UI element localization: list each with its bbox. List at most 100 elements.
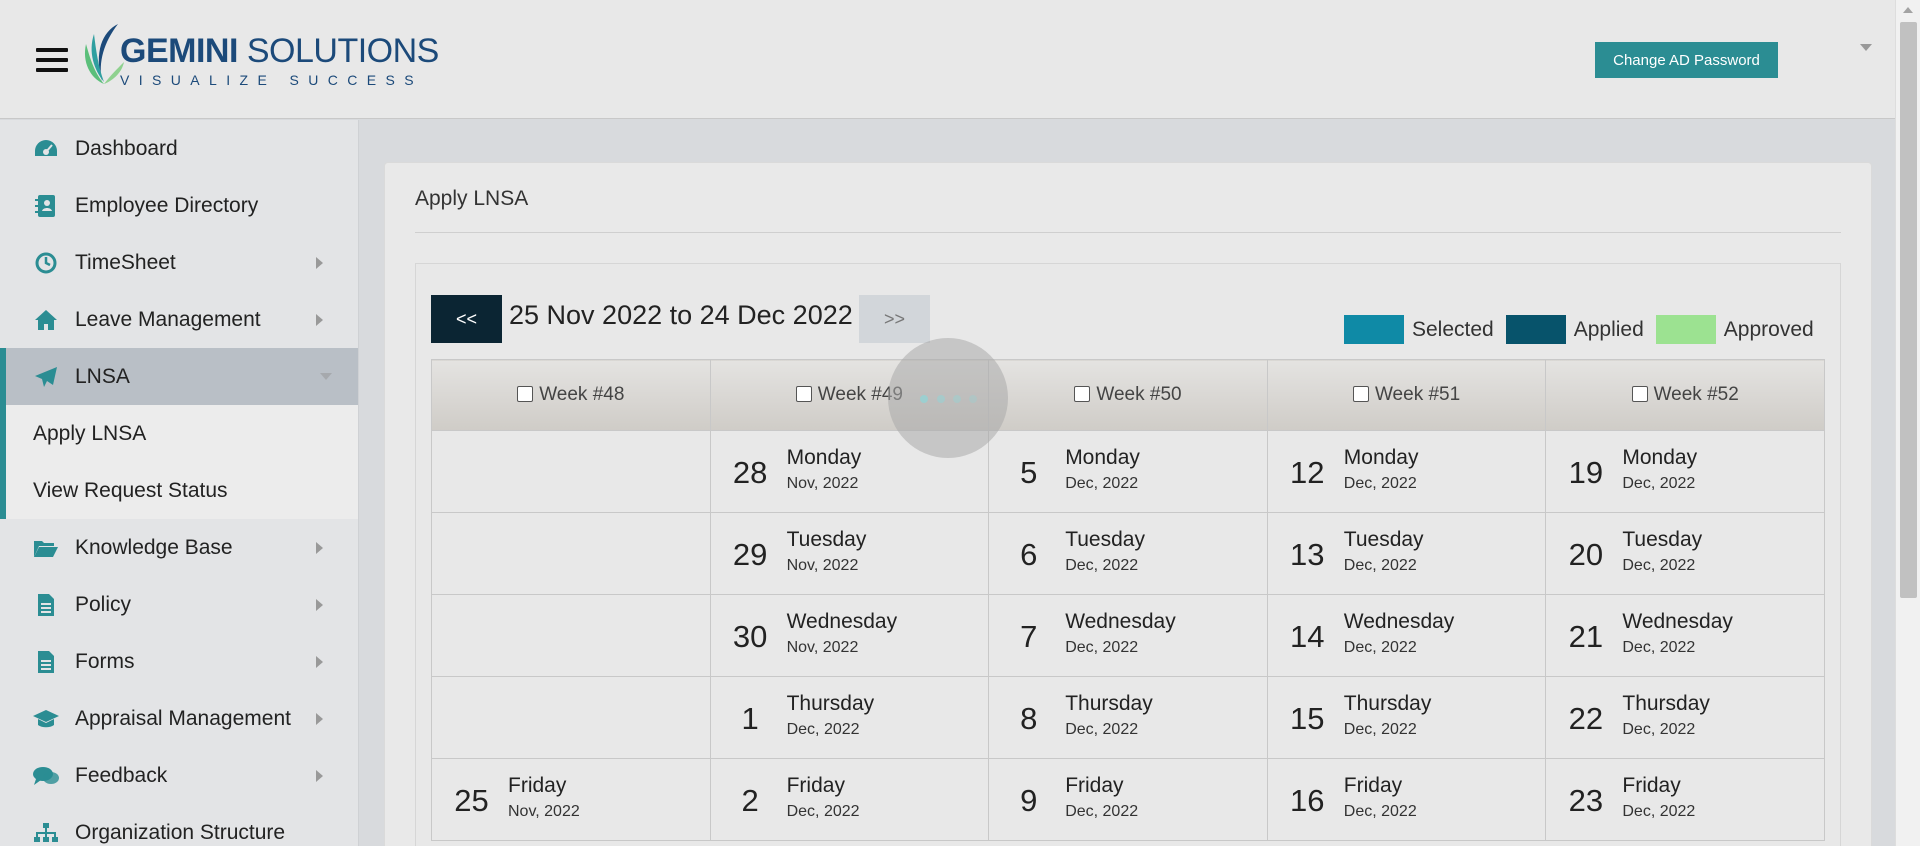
change-ad-password-button[interactable]: Change AD Password	[1595, 42, 1778, 78]
user-menu-caret-icon[interactable]	[1860, 44, 1872, 51]
hamburger-menu-icon[interactable]	[36, 48, 68, 76]
day-cell[interactable]: 9 Friday Dec, 2022	[988, 758, 1268, 841]
day-cell[interactable]: 16 Friday Dec, 2022	[1266, 758, 1547, 841]
sidebar-subitem-apply-lnsa[interactable]: Apply LNSA	[0, 405, 358, 462]
day-cell[interactable]: 29 Tuesday Nov, 2022	[709, 512, 990, 595]
sidebar-item-organization-structure[interactable]: Organization Structure	[0, 804, 358, 846]
sidebar-item-label: Organization Structure	[75, 820, 286, 844]
sidebar-subitem-view-request-status[interactable]: View Request Status	[0, 462, 358, 519]
week-label: Week #52	[1653, 384, 1739, 405]
sidebar-item-label: Dashboard	[75, 136, 178, 160]
day-cell[interactable]: 23 Friday Dec, 2022	[1545, 758, 1825, 841]
day-cell[interactable]: 7 Wednesday Dec, 2022	[988, 594, 1268, 677]
sidebar-item-lnsa[interactable]: LNSA	[0, 348, 358, 405]
empty-day-cell	[431, 430, 711, 513]
month-year: Dec, 2022	[1343, 803, 1417, 820]
month-year: Dec, 2022	[1622, 475, 1696, 492]
week-header: Week #51	[1266, 359, 1547, 431]
legend-label-approved: Approved	[1723, 317, 1814, 341]
day-number: 2	[741, 783, 759, 818]
day-cell[interactable]: 21 Wednesday Dec, 2022	[1545, 594, 1825, 677]
day-content: 15 Thursday Dec, 2022	[1268, 677, 1546, 758]
chevron-right-icon	[316, 713, 323, 725]
chevron-down-icon	[320, 373, 332, 380]
day-cell[interactable]: 13 Tuesday Dec, 2022	[1266, 512, 1547, 595]
sidebar-item-timesheet[interactable]: TimeSheet	[0, 234, 358, 291]
day-cell[interactable]: 2 Friday Dec, 2022	[709, 758, 990, 841]
day-content: 1 Thursday Dec, 2022	[711, 677, 989, 758]
document-icon	[32, 592, 60, 618]
day-number: 6	[1020, 537, 1038, 572]
day-number: 25	[454, 783, 489, 818]
day-cell[interactable]: 6 Tuesday Dec, 2022	[988, 512, 1268, 595]
chevron-right-icon	[316, 257, 323, 269]
vertical-scrollbar[interactable]	[1895, 0, 1920, 846]
top-header: GEMINI SOLUTIONS VISUALIZE SUCCESS Chang…	[0, 0, 1895, 119]
day-number: 30	[732, 619, 768, 654]
month-year: Dec, 2022	[1065, 803, 1139, 820]
day-cell[interactable]: 19 Monday Dec, 2022	[1545, 430, 1825, 513]
day-content: 5 Monday Dec, 2022	[989, 431, 1267, 512]
sidebar-item-knowledge-base[interactable]: Knowledge Base	[0, 519, 358, 576]
sidebar-item-appraisal-management[interactable]: Appraisal Management	[0, 690, 358, 747]
sidebar-item-policy[interactable]: Policy	[0, 576, 358, 633]
day-content: 9 Friday Dec, 2022	[989, 759, 1267, 840]
date-range-label: 25 Nov 2022 to 24 Dec 2022	[509, 300, 853, 330]
sidebar-item-forms[interactable]: Forms	[0, 633, 358, 690]
sidebar-item-employee-directory[interactable]: Employee Directory	[0, 177, 358, 234]
day-number: 16	[1290, 783, 1325, 818]
scroll-up-arrow-icon[interactable]	[1903, 7, 1913, 13]
week-checkbox[interactable]	[1352, 386, 1369, 402]
week-checkbox[interactable]	[1074, 386, 1091, 402]
sidebar-item-label: Forms	[75, 649, 135, 673]
legend-swatch-approved	[1655, 315, 1716, 344]
day-cell[interactable]: 20 Tuesday Dec, 2022	[1545, 512, 1825, 595]
weekday-name: Monday	[786, 446, 862, 469]
day-cell[interactable]: 30 Wednesday Nov, 2022	[709, 594, 990, 677]
scrollbar-thumb[interactable]	[1900, 22, 1917, 598]
weekday-name: Wednesday	[1065, 610, 1176, 633]
company-logo[interactable]: GEMINI SOLUTIONS VISUALIZE SUCCESS	[80, 22, 439, 92]
legend-swatch-selected	[1344, 315, 1404, 344]
week-checkbox[interactable]	[517, 386, 534, 402]
calendar-row: 25 Friday Nov, 2022 2 Friday Dec, 2022 9 Friday…	[431, 758, 1825, 841]
weekday-name: Tuesday	[1343, 528, 1424, 551]
day-number: 28	[732, 455, 768, 490]
day-content: 23 Friday Dec, 2022	[1546, 759, 1824, 840]
sidebar-item-dashboard[interactable]: Dashboard	[0, 120, 358, 177]
day-content: 22 Thursday Dec, 2022	[1546, 677, 1824, 758]
day-content: 14 Wednesday Dec, 2022	[1268, 595, 1546, 676]
day-number: 15	[1290, 701, 1325, 736]
day-cell[interactable]: 5 Monday Dec, 2022	[988, 430, 1268, 513]
day-cell[interactable]: 8 Thursday Dec, 2022	[988, 676, 1268, 759]
weekday-name: Wednesday	[1343, 610, 1455, 633]
day-number: 12	[1290, 455, 1325, 490]
day-cell[interactable]: 1 Thursday Dec, 2022	[709, 676, 990, 759]
day-cell[interactable]: 12 Monday Dec, 2022	[1266, 430, 1547, 513]
day-cell[interactable]: 14 Wednesday Dec, 2022	[1266, 594, 1547, 677]
weekday-name: Tuesday	[1622, 528, 1703, 551]
day-content: 7 Wednesday Dec, 2022	[989, 595, 1267, 676]
next-period-button[interactable]: >>	[859, 295, 930, 343]
day-number: 5	[1020, 455, 1038, 490]
week-calendar-table: Week #48 Week #49 Week #50 Week #51 Week…	[431, 359, 1825, 841]
sidebar-item-label: Policy	[75, 592, 132, 616]
day-content: 16 Friday Dec, 2022	[1268, 759, 1546, 840]
weekday-name: Friday	[1065, 774, 1124, 797]
day-content: 21 Wednesday Dec, 2022	[1546, 595, 1824, 676]
week-checkbox[interactable]	[1631, 386, 1648, 402]
week-checkbox[interactable]	[795, 386, 812, 402]
day-cell[interactable]: 25 Friday Nov, 2022	[431, 758, 711, 841]
day-cell[interactable]: 22 Thursday Dec, 2022	[1545, 676, 1825, 759]
document-icon	[32, 649, 60, 675]
month-year: Dec, 2022	[1343, 721, 1417, 738]
weekday-name: Friday	[1622, 774, 1681, 797]
previous-period-button[interactable]: <<	[431, 295, 502, 343]
sidebar-item-feedback[interactable]: Feedback	[0, 747, 358, 804]
day-cell[interactable]: 15 Thursday Dec, 2022	[1266, 676, 1547, 759]
week-header: Week #50	[988, 359, 1268, 431]
sidebar-item-leave-management[interactable]: Leave Management	[0, 291, 358, 348]
dashboard-icon	[32, 136, 60, 162]
weekday-name: Monday	[1343, 446, 1419, 469]
empty-day-cell	[431, 594, 711, 677]
